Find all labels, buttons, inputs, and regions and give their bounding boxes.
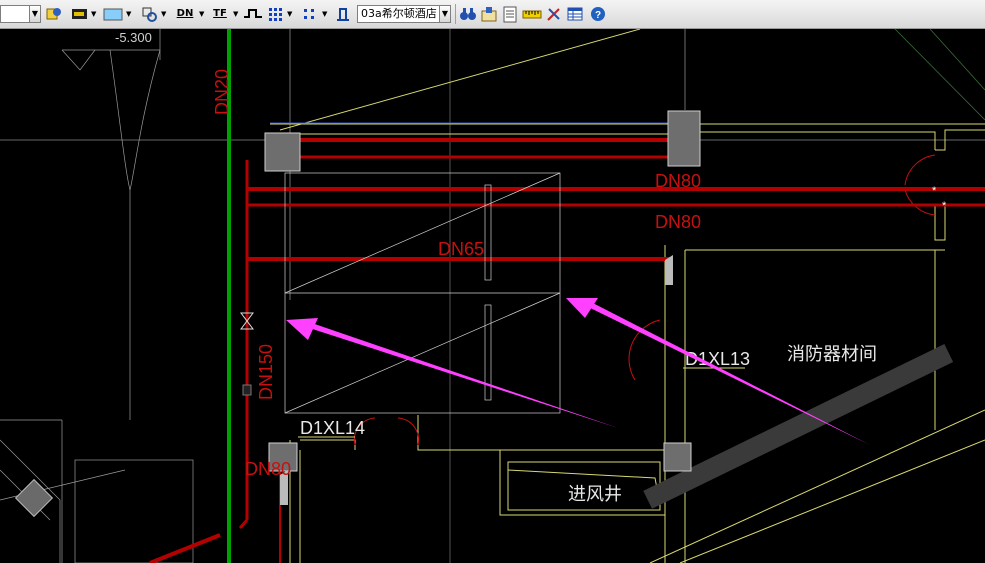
pipe-fitting: [242, 384, 252, 396]
pipe-label-dn-partial: DN80: [245, 459, 291, 479]
text-style-dropdown[interactable]: ▼: [439, 5, 451, 23]
hydrant-marker: [665, 255, 673, 285]
dn-label-button[interactable]: DN: [174, 5, 196, 23]
layer-manager-icon[interactable]: [45, 5, 63, 23]
grid-dots-icon[interactable]: [266, 5, 284, 23]
room-label-air-shaft: 进风井: [568, 484, 622, 504]
asterisk-marker: *: [942, 200, 947, 212]
tag-d1xl14: D1XL14: [300, 418, 365, 438]
asterisk-marker: *: [932, 185, 937, 197]
ruler-icon[interactable]: [522, 5, 542, 23]
layer-combo[interactable]: [0, 5, 30, 23]
pipe-label-dn65: DN65: [438, 239, 484, 259]
help-icon[interactable]: ?: [589, 5, 607, 23]
text-style-icon[interactable]: [334, 5, 352, 23]
document-list-icon[interactable]: [501, 5, 519, 23]
tools-icon[interactable]: [545, 5, 563, 23]
match-properties-icon[interactable]: [140, 5, 158, 23]
table-icon[interactable]: [566, 5, 584, 23]
pipe-label-dn80-bottom: DN80: [655, 212, 701, 232]
pipe-label-dn150: DN150: [256, 344, 276, 400]
pipe-label-dn80-top: DN80: [655, 171, 701, 191]
layer-state-icon[interactable]: [70, 5, 90, 23]
toolbar-separator: [455, 4, 456, 24]
properties-icon[interactable]: [480, 5, 498, 23]
layer-state-dropdown-icon[interactable]: ▼: [91, 5, 96, 23]
match-properties-dropdown-icon[interactable]: ▼: [161, 5, 166, 23]
dn-dropdown-icon[interactable]: ▼: [199, 5, 204, 23]
tf-dropdown-icon[interactable]: ▼: [233, 5, 238, 23]
pipe-label-dn20: DN20: [212, 69, 232, 115]
layer-combo-dropdown[interactable]: ▼: [29, 5, 41, 23]
text-style-combo[interactable]: 03a希尔顿酒店: [357, 5, 440, 23]
pipe-offset-icon[interactable]: [243, 5, 263, 23]
drawing-canvas[interactable]: -5.300 * * DN20 DN150 DN80 DN80 DN65 DN8…: [0, 29, 985, 563]
canvas-background: [0, 29, 985, 563]
cad-toolbar: ▼ ▼ ▼ ▼ DN ▼ TF ▼ ▼ ▼ 03a希尔顿酒店 ▼ ?: [0, 0, 985, 29]
room-label-fire-equipment: 消防器材间: [787, 344, 877, 364]
svg-text:?: ?: [595, 10, 601, 21]
grid-dots-dropdown-icon[interactable]: ▼: [287, 5, 292, 23]
sparse-dots-dropdown-icon[interactable]: ▼: [322, 5, 327, 23]
tf-label-button[interactable]: TF: [210, 5, 230, 23]
color-swatch-button[interactable]: [102, 5, 124, 23]
sparse-dots-icon[interactable]: [300, 5, 318, 23]
color-dropdown-icon[interactable]: ▼: [126, 5, 131, 23]
binoculars-icon[interactable]: [459, 5, 477, 23]
color-swatch: [103, 8, 123, 21]
elevation-label: -5.300: [115, 30, 152, 45]
